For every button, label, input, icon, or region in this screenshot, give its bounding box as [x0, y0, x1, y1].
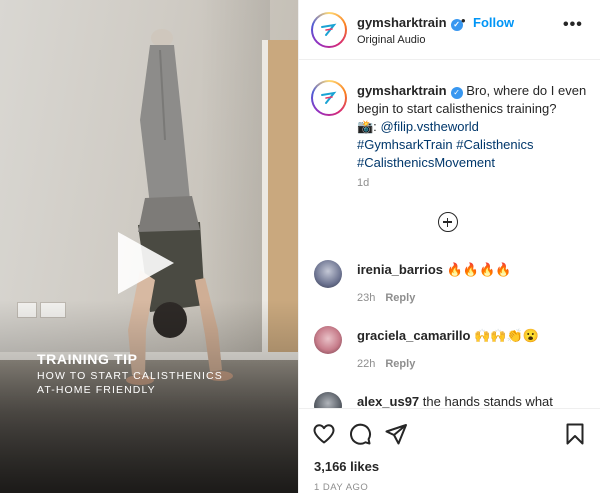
comment: graciela_camarillo 🙌🙌👏😮	[357, 328, 539, 344]
hashtags-link[interactable]: #GymhsarkTrain #Calisthenics #Calistheni…	[357, 137, 534, 170]
comment-username[interactable]: graciela_camarillo	[357, 328, 470, 343]
header-username[interactable]: gymsharktrain ✓	[357, 15, 463, 31]
post-caption: gymsharktrain ✓ Bro, where do I even begi…	[357, 82, 589, 172]
comment-username[interactable]: irenia_barrios	[357, 262, 443, 277]
overlay-subtitle: HOW TO START CALISTHENICS AT-HOME FRIEND…	[37, 370, 223, 396]
caption-timestamp: 1d	[357, 177, 370, 189]
overlay-title: TRAINING TIP	[37, 351, 138, 367]
caption-avatar[interactable]	[311, 80, 347, 116]
comment-text: 🔥🔥🔥🔥	[446, 262, 512, 277]
comment-avatar[interactable]	[314, 260, 342, 288]
follow-button[interactable]: Follow	[473, 15, 514, 30]
gymshark-logo-icon	[321, 91, 337, 104]
verified-badge-icon: ✓	[450, 87, 463, 99]
heart-icon[interactable]	[312, 422, 336, 446]
post-header: gymsharktrain ✓ • Follow Original Audio •…	[299, 0, 600, 60]
more-options-icon[interactable]: •••	[563, 17, 583, 33]
photo-credit-prefix: 📸:	[357, 119, 377, 134]
username-link[interactable]: gymsharktrain	[357, 15, 447, 30]
comment: irenia_barrios 🔥🔥🔥🔥	[357, 262, 511, 278]
comment-icon[interactable]	[348, 422, 372, 446]
add-circle-icon[interactable]	[438, 212, 458, 232]
reply-button[interactable]: Reply	[385, 292, 415, 304]
bookmark-icon[interactable]	[563, 422, 587, 446]
comment-text: 🙌🙌👏😮	[474, 328, 539, 343]
audio-label[interactable]: Original Audio	[357, 34, 426, 46]
separator: •	[461, 13, 466, 28]
comment-username[interactable]: alex_us97	[357, 394, 419, 409]
comment-time: 23h	[357, 292, 376, 304]
comment-text: the hands stands what	[422, 394, 553, 409]
credit-handle-link[interactable]: @filip.vstheworld	[380, 119, 478, 134]
play-icon[interactable]	[118, 232, 174, 294]
likes-count[interactable]: 3,166 likes	[314, 459, 379, 474]
comment-meta: 23h Reply	[357, 292, 415, 304]
posted-time: 1 DAY AGO	[314, 482, 369, 493]
post-panel: gymsharktrain ✓ • Follow Original Audio •…	[298, 0, 600, 493]
caption-username[interactable]: gymsharktrain	[357, 83, 447, 98]
action-bar: 3,166 likes 1 DAY AGO	[299, 408, 600, 493]
share-icon[interactable]	[384, 422, 408, 446]
comment-meta: 22h Reply	[357, 358, 415, 370]
avatar[interactable]	[311, 12, 347, 48]
reply-button[interactable]: Reply	[385, 358, 415, 370]
gymshark-logo-icon	[321, 23, 337, 36]
comment-avatar[interactable]	[314, 326, 342, 354]
comment-time: 22h	[357, 358, 376, 370]
comment: alex_us97 the hands stands what	[357, 394, 553, 409]
video-player[interactable]: TRAINING TIP HOW TO START CALISTHENICS A…	[0, 0, 298, 493]
